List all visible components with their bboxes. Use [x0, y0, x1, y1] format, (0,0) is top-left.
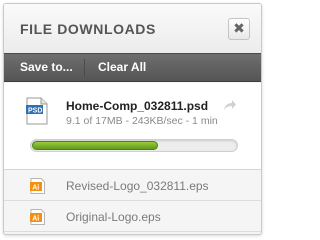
- active-download-filename: Home-Comp_032811.psd: [66, 99, 209, 113]
- download-progress-fill: [32, 141, 158, 150]
- clear-all-button[interactable]: Clear All: [98, 54, 146, 81]
- close-button[interactable]: ✖: [228, 18, 250, 40]
- file-downloads-panel: FILE DOWNLOADS ✖ Save to... Clear All PS…: [3, 3, 262, 235]
- download-list-item[interactable]: Ai Original-Logo.eps: [4, 201, 261, 232]
- active-download-status: 9.1 of 17MB - 243KB/sec - 1 min: [66, 115, 218, 127]
- toolbar-divider: [84, 59, 85, 77]
- toolbar: Save to... Clear All: [4, 53, 261, 82]
- download-filename: Revised-Logo_032811.eps: [66, 179, 209, 193]
- download-filename: Original-Logo.eps: [66, 210, 161, 224]
- panel-header: FILE DOWNLOADS ✖: [4, 4, 261, 53]
- download-progress-bar: [30, 139, 238, 152]
- save-to-button[interactable]: Save to...: [20, 54, 73, 81]
- panel-title: FILE DOWNLOADS: [20, 21, 156, 37]
- active-download-item[interactable]: PSD Home-Comp_032811.psd 9.1 of 17MB - 2…: [4, 83, 261, 170]
- ai-file-type-label: Ai: [32, 215, 39, 222]
- ai-file-icon: Ai: [30, 178, 45, 194]
- ai-file-icon: Ai: [30, 209, 45, 225]
- psd-file-icon: PSD: [26, 97, 48, 125]
- ai-file-type-label: Ai: [32, 184, 39, 191]
- psd-file-type-label: PSD: [28, 108, 42, 115]
- download-list-item[interactable]: Ai Revised-Logo_032811.eps: [4, 170, 261, 201]
- close-icon: ✖: [233, 21, 245, 37]
- share-arrow-icon[interactable]: [223, 99, 237, 111]
